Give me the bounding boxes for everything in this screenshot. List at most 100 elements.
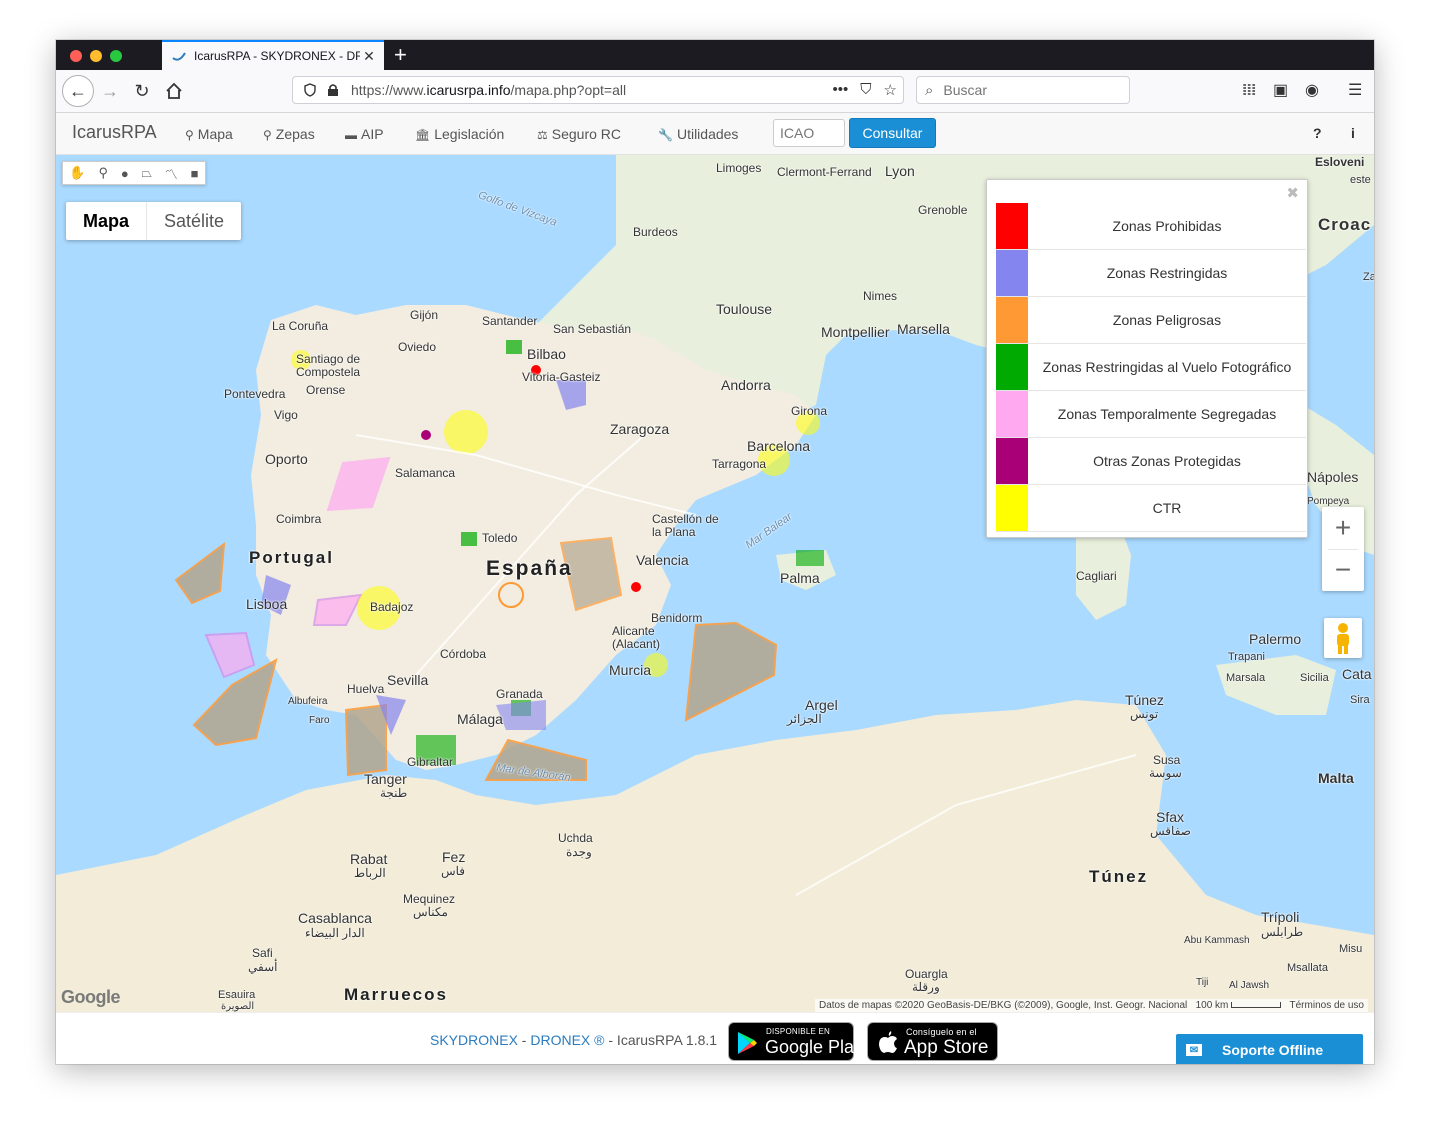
library-icon[interactable]: 𝍖 — [1242, 80, 1256, 100]
google-play-badge[interactable]: DISPONIBLE EN Google Play — [728, 1022, 863, 1061]
new-tab-button[interactable]: + — [394, 42, 407, 68]
sidebar-icon[interactable]: ▣ — [1273, 80, 1288, 100]
support-offline-button[interactable]: ✉ Soporte Offline — [1176, 1034, 1363, 1064]
skydronex-link[interactable]: SKYDRONEX — [430, 1032, 518, 1048]
country-label: España — [486, 557, 573, 580]
bookmark-star-icon[interactable]: ☆ — [884, 81, 897, 99]
legend-row: Zonas Temporalmente Segregadas — [996, 390, 1306, 438]
place-label: Rabat — [350, 851, 388, 867]
place-label: Limoges — [716, 161, 762, 175]
zoom-in-button[interactable]: + — [1322, 507, 1364, 549]
polygon-tool-icon[interactable]: ⏢ — [142, 165, 152, 181]
menu-utilidades[interactable]: 🔧 Utilidades — [658, 126, 738, 142]
more-actions-icon[interactable]: ••• — [833, 81, 849, 99]
rectangle-tool-icon[interactable]: ■ — [191, 166, 199, 181]
terms-link[interactable]: Términos de uso — [1290, 1000, 1364, 1011]
place-label: Túnez — [1125, 692, 1164, 708]
place-label: Abu Kammash — [1184, 935, 1250, 946]
hand-pan-icon[interactable]: ✋ — [69, 165, 85, 181]
legend-row: Zonas Prohibidas — [996, 203, 1306, 250]
arrow-left-icon: ← — [69, 80, 87, 101]
url-bar[interactable]: https://www.icarusrpa.info/mapa.php?opt=… — [292, 76, 904, 104]
consultar-button[interactable]: Consultar — [849, 118, 936, 148]
place-label: Cagliari — [1076, 569, 1117, 583]
info-icon[interactable]: i — [1351, 125, 1355, 141]
place-label: Alicante (Alacant) — [612, 624, 661, 651]
place-label: Castellón de la Plana — [652, 512, 719, 539]
place-label: Mequinez — [403, 892, 456, 906]
account-icon[interactable]: ◉ — [1305, 80, 1319, 100]
app-store-badge[interactable]: Consíguelo en el App Store — [867, 1022, 998, 1061]
navigation-bar: ← → ↻ https://www.icarusrpa.info/mapa.ph… — [56, 70, 1374, 113]
search-input[interactable] — [941, 81, 1116, 99]
scale-icon: ⚖ — [537, 128, 548, 142]
place-label-ar: طنجة — [380, 786, 408, 800]
envelope-icon: ✉ — [1186, 1044, 1202, 1056]
place-label: Sira — [1350, 694, 1370, 706]
menu-legislacion[interactable]: 🏛 Legislación — [415, 126, 504, 142]
place-label-ar: صفاقس — [1150, 824, 1191, 838]
drawing-toolbar: ✋ ⚲ ● ⏢ 〽 ■ — [62, 161, 206, 185]
place-label-ar: فاس — [441, 864, 466, 878]
footer-credits: SKYDRONEX - DRONEX ® - IcarusRPA 1.8.1 — [430, 1032, 718, 1048]
place-label: Palma — [780, 570, 820, 586]
place-label: Montpellier — [821, 324, 890, 340]
brand[interactable]: IcarusRPA — [72, 122, 157, 143]
place-label: Oporto — [265, 451, 308, 467]
legend-label: Zonas Temporalmente Segregadas — [1028, 390, 1306, 438]
place-label: Santander — [482, 314, 538, 328]
search-icon: ⌕ — [925, 81, 934, 99]
minimize-window-button[interactable] — [90, 50, 102, 62]
place-label: Burdeos — [633, 225, 678, 239]
maximize-window-button[interactable] — [110, 50, 122, 62]
street-view-pegman-button[interactable] — [1324, 618, 1362, 658]
tab-title: IcarusRPA - SKYDRONEX - DRC — [194, 49, 360, 63]
place-label: Vigo — [274, 408, 298, 422]
zoom-control: + − — [1322, 507, 1364, 591]
menu-mapa[interactable]: ⚲ Mapa — [185, 126, 233, 142]
place-label: Tiji — [1196, 977, 1209, 988]
zoom-out-button[interactable]: − — [1322, 549, 1364, 591]
place-label: Cata — [1342, 666, 1372, 682]
place-label: Orense — [306, 383, 346, 397]
place-label: Marsella — [897, 321, 950, 337]
menu-icon[interactable]: ☰ — [1348, 80, 1362, 100]
forward-button[interactable]: → — [96, 77, 124, 105]
map-type-satelite-button[interactable]: Satélite — [147, 202, 241, 240]
marker-tool-icon[interactable]: ⚲ — [98, 165, 108, 181]
place-label: Toulouse — [716, 301, 773, 317]
dronex-link[interactable]: DRONEX ® — [530, 1032, 604, 1048]
legend-row: Zonas Peligrosas — [996, 296, 1306, 344]
reload-button[interactable]: ↻ — [128, 77, 156, 105]
place-label: Badajoz — [370, 600, 414, 614]
tab-close-icon[interactable]: ✕ — [360, 48, 378, 65]
place-label: Benidorm — [651, 611, 703, 625]
place-label: Barcelona — [747, 438, 811, 454]
circle-tool-icon[interactable]: ● — [121, 166, 129, 181]
place-label: Palermo — [1249, 631, 1302, 647]
help-icon[interactable]: ? — [1313, 125, 1322, 141]
polyline-tool-icon[interactable]: 〽 — [165, 164, 178, 183]
legend-close-icon[interactable]: ✖ — [1286, 184, 1299, 202]
pegman-icon — [1337, 623, 1349, 654]
place-label: Esauira — [218, 989, 256, 1001]
menu-aip[interactable]: ▬ AIP — [345, 126, 384, 142]
menu-seguro-rc[interactable]: ⚖ Seguro RC — [537, 126, 621, 142]
map-type-mapa-button[interactable]: Mapa — [66, 202, 148, 240]
menu-zepas[interactable]: ⚲ Zepas — [263, 126, 315, 142]
icao-input[interactable] — [773, 119, 845, 147]
place-label: Sevilla — [387, 672, 429, 688]
home-button[interactable] — [160, 77, 188, 105]
map-canvas[interactable]: Limoges Clermont-Ferrand Lyon Grenoble B… — [56, 155, 1374, 1012]
place-label-ar: الرباط — [354, 866, 386, 880]
pocket-icon[interactable]: ⛉ — [860, 81, 871, 99]
search-bar[interactable]: ⌕ — [916, 76, 1130, 104]
back-button[interactable]: ← — [62, 75, 94, 107]
place-label-ar: طرابلس — [1261, 925, 1304, 939]
country-label: Portugal — [249, 548, 334, 567]
active-tab[interactable]: IcarusRPA - SKYDRONEX - DRC ✕ — [162, 40, 384, 70]
place-label: Argel — [805, 697, 838, 713]
close-window-button[interactable] — [70, 50, 82, 62]
place-label: Pontevedra — [224, 387, 286, 401]
place-label-ar: الدار البيضاء — [305, 926, 365, 940]
